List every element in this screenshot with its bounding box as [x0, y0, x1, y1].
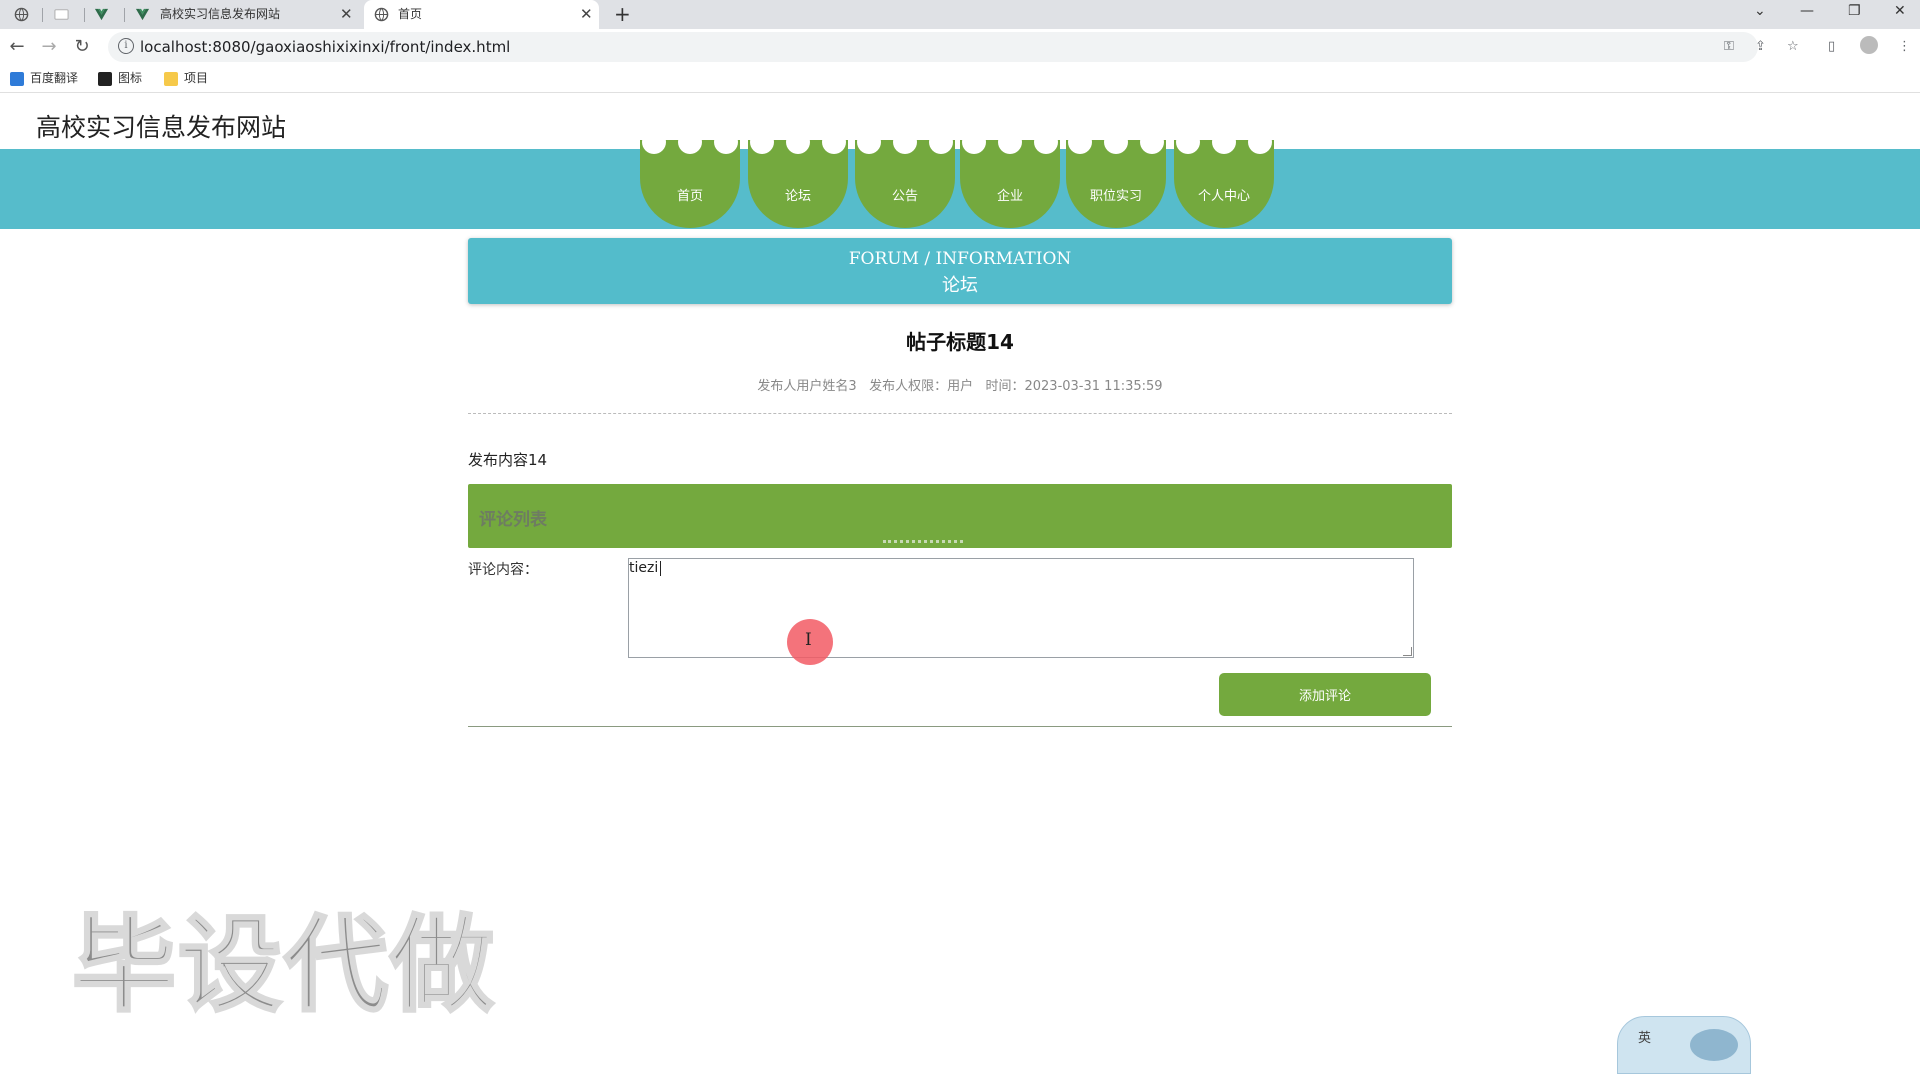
text-caret	[660, 560, 662, 576]
section-banner: FORUM / INFORMATION 论坛	[468, 238, 1452, 304]
banner-chinese-title: 论坛	[942, 275, 978, 296]
scallop-dot	[750, 130, 774, 154]
mouse-cursor-highlight: I	[787, 619, 833, 665]
scallop-dot	[857, 130, 881, 154]
decorative-dots	[883, 540, 963, 546]
scallop-dot	[1248, 130, 1272, 154]
globe-icon	[14, 7, 29, 22]
comment-list-header: 评论列表	[468, 484, 1452, 548]
vue-icon	[135, 8, 150, 21]
watermark-text: 毕设代做	[70, 903, 497, 1028]
tab-label: 首页	[398, 7, 423, 21]
comment-text: tiezi	[629, 559, 662, 577]
nav-label: 企业	[996, 189, 1023, 204]
scallop-dot	[1068, 130, 1092, 154]
bookmarks-bar: 百度翻译 图标 项目	[0, 65, 1920, 93]
post-content: 发布内容14	[468, 451, 548, 469]
tab-separator	[124, 8, 125, 22]
scallop-dot	[1034, 130, 1058, 154]
nav-label: 职位实习	[1089, 189, 1142, 204]
bookmark-label: 图标	[118, 71, 143, 85]
close-window-button[interactable]: ✕	[1894, 0, 1906, 24]
comment-list-title: 评论列表	[479, 510, 547, 530]
tab-search-icon[interactable]: ⌄	[1754, 0, 1766, 24]
ime-language-label: 英	[1638, 1031, 1652, 1046]
add-comment-button[interactable]: 添加评论	[1219, 673, 1431, 716]
comment-value: tiezi	[629, 560, 659, 576]
post-title: 帖子标题14	[906, 330, 1014, 354]
bookmark-label: 项目	[184, 71, 209, 85]
tab-pinned-2[interactable]	[54, 0, 74, 29]
profile-icon[interactable]	[1860, 36, 1878, 54]
divider	[468, 413, 1452, 414]
bookmark-baidu-translate[interactable]: 百度翻译	[10, 65, 78, 92]
close-icon[interactable]: ✕	[580, 0, 593, 29]
divider	[468, 726, 1452, 727]
tab-pinned-1[interactable]	[14, 0, 34, 29]
scallop-dot	[1176, 130, 1200, 154]
close-icon[interactable]: ✕	[340, 0, 353, 29]
restore-button[interactable]: ❐	[1848, 0, 1861, 24]
forward-icon[interactable]: →	[37, 35, 61, 59]
scallop-dot	[642, 130, 666, 154]
ime-widget[interactable]: 英	[1617, 1016, 1751, 1074]
nav-label: 论坛	[784, 189, 811, 204]
address-toolbar: ← → ↻ i localhost:8080/gaoxiaoshixixinxi…	[0, 29, 1920, 65]
nav-label: 首页	[676, 189, 703, 204]
url-text[interactable]: localhost:8080/gaoxiaoshixixinxi/front/i…	[140, 32, 510, 62]
scallop-dot	[1212, 130, 1236, 154]
folder-icon	[164, 71, 178, 86]
info-icon[interactable]: i	[118, 38, 134, 54]
bookmark-icons[interactable]: 图标	[98, 65, 142, 92]
minimize-button[interactable]: —	[1800, 0, 1814, 24]
tab-separator	[42, 8, 43, 22]
translate-icon	[10, 71, 24, 86]
post-meta: 发布人用户姓名3 发布人权限：用户 时间：2023-03-31 11:35:59	[757, 379, 1163, 394]
scallop-dot	[714, 130, 738, 154]
vue-icon	[94, 8, 109, 21]
scallop-dot	[678, 130, 702, 154]
reload-icon[interactable]: ↻	[70, 35, 94, 59]
scallop-dot	[998, 130, 1022, 154]
resize-handle-icon[interactable]	[1403, 647, 1412, 656]
tab-pinned-3[interactable]	[94, 0, 114, 29]
back-icon[interactable]: ←	[5, 35, 29, 59]
blank-page-icon	[54, 9, 69, 20]
scallop-dot	[786, 130, 810, 154]
menu-icon[interactable]: ⋮	[1898, 39, 1911, 54]
tab-separator	[84, 8, 85, 22]
scallop-dot	[1140, 130, 1164, 154]
address-bar[interactable]: i localhost:8080/gaoxiaoshixixinxi/front…	[108, 32, 1758, 62]
scallop-dot	[893, 130, 917, 154]
globe-icon	[374, 7, 389, 22]
bookmark-label: 百度翻译	[30, 71, 79, 85]
star-icon[interactable]: ☆	[1787, 39, 1799, 54]
comment-field-label: 评论内容：	[468, 562, 538, 578]
share-icon[interactable]: ⇪	[1755, 39, 1766, 54]
scallop-dot	[929, 130, 953, 154]
nav-label: 个人中心	[1197, 189, 1250, 204]
tab-site[interactable]: 高校实习信息发布网站 ✕	[132, 0, 357, 29]
scallop-dot	[962, 130, 986, 154]
tab-home[interactable]: 首页 ✕	[364, 0, 599, 29]
ibeam-cursor-icon: I	[805, 630, 812, 650]
tab-label: 高校实习信息发布网站	[160, 7, 281, 21]
bookmark-project[interactable]: 项目	[164, 65, 208, 92]
image-icon	[98, 71, 112, 86]
nav-label: 公告	[891, 189, 918, 204]
browser-tab-strip: 高校实习信息发布网站 ✕ 首页 ✕ + ⌄ — ❐ ✕	[0, 0, 1920, 29]
new-tab-button[interactable]: +	[614, 0, 634, 29]
side-panel-icon[interactable]: ▯	[1828, 39, 1835, 54]
site-title: 高校实习信息发布网站	[36, 113, 287, 142]
banner-english-title: FORUM / INFORMATION	[848, 249, 1072, 269]
key-icon[interactable]: ⚿	[1724, 39, 1734, 54]
comment-textarea[interactable]: tiezi	[628, 558, 1414, 658]
scallop-dot	[1104, 130, 1128, 154]
plus-icon: +	[614, 2, 631, 26]
scallop-dot	[822, 130, 846, 154]
ime-mascot-icon	[1690, 1029, 1738, 1061]
